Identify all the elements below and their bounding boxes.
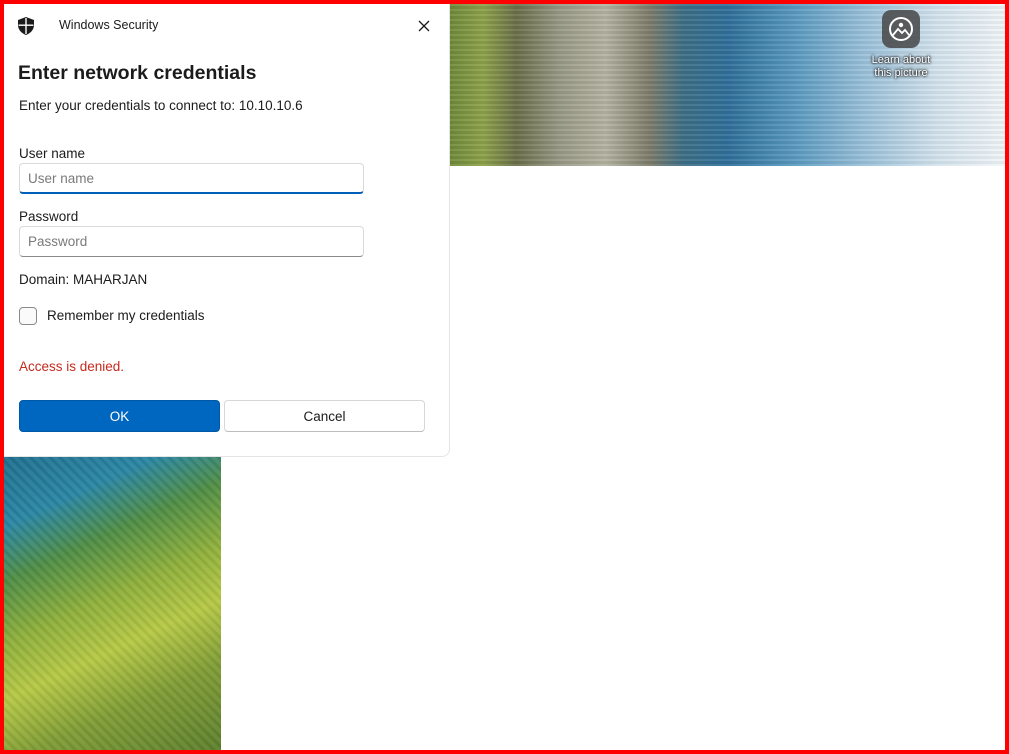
learn-about-picture-label[interactable]: Learn about this picture xyxy=(866,54,936,80)
close-icon[interactable] xyxy=(418,20,430,32)
camera-info-icon[interactable] xyxy=(882,10,920,48)
dialog-heading: Enter network credentials xyxy=(18,62,257,84)
learn-about-picture-widget[interactable]: Learn about this picture xyxy=(866,10,936,80)
cancel-button[interactable]: Cancel xyxy=(224,400,425,432)
close-button[interactable] xyxy=(410,14,438,38)
domain-text: Domain: MAHARJAN xyxy=(19,272,148,287)
dialog-subtitle: Enter your credentials to connect to: 10… xyxy=(19,98,303,113)
password-label: Password xyxy=(19,209,79,224)
remember-credentials-label[interactable]: Remember my credentials xyxy=(47,308,205,323)
desktop-wallpaper-bottom-left xyxy=(4,456,221,750)
password-input[interactable] xyxy=(19,226,364,257)
ok-button[interactable]: OK xyxy=(19,400,220,432)
error-message: Access is denied. xyxy=(19,359,125,374)
credentials-dialog: Windows Security Enter network credentia… xyxy=(4,4,450,457)
title-bar: Windows Security xyxy=(4,4,449,46)
app-title: Windows Security xyxy=(59,18,159,32)
username-label: User name xyxy=(19,146,86,161)
username-input[interactable] xyxy=(19,163,364,194)
shield-icon xyxy=(18,17,34,35)
remember-credentials-checkbox[interactable] xyxy=(19,307,37,325)
screen: Learn about this picture Windows Securit… xyxy=(4,4,1005,750)
